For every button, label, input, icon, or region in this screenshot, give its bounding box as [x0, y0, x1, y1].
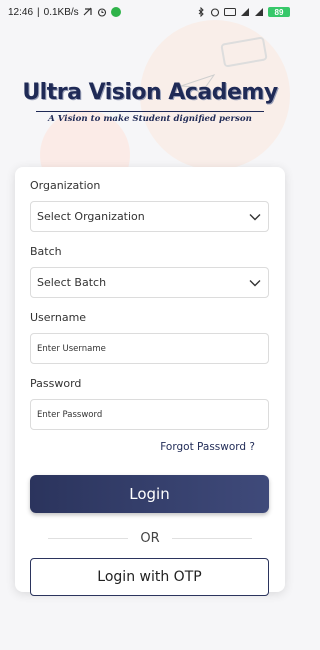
password-group: Password [30, 377, 270, 430]
bluetooth-icon [198, 7, 204, 17]
brand-tagline: A Vision to make Student dignified perso… [36, 111, 264, 124]
password-label: Password [30, 377, 82, 390]
volte-icon [224, 8, 236, 16]
organization-group: Organization Select Organization [30, 179, 270, 232]
alarm-clock-icon [210, 8, 220, 17]
batch-select[interactable]: Select Batch [30, 267, 269, 298]
batch-label: Batch [30, 245, 62, 258]
battery-icon: 89 [268, 7, 290, 17]
login-card: Organization Select Organization Batch S… [15, 167, 285, 596]
username-group: Username [30, 311, 270, 364]
username-field-box [30, 333, 269, 364]
batch-select-value: Select Batch [37, 276, 107, 289]
chevron-down-icon [249, 213, 261, 220]
or-divider: OR [30, 531, 270, 546]
batch-group: Batch Select Batch [30, 245, 270, 298]
chevron-down-icon [249, 279, 261, 286]
status-bar: 12:46 | 0.1KB/s 89 [0, 0, 300, 24]
signal-icon [241, 8, 249, 16]
organization-select-value: Select Organization [37, 210, 145, 223]
username-label: Username [30, 311, 87, 324]
whatsapp-icon [110, 7, 121, 17]
network-speed: 0.1KB/s [43, 6, 79, 18]
password-input[interactable] [37, 409, 262, 420]
alarm-icon [97, 8, 106, 17]
organization-label: Organization [30, 179, 101, 192]
username-input[interactable] [37, 343, 262, 354]
status-divider: | [37, 6, 40, 18]
password-field-box [30, 399, 269, 430]
forgot-password-link[interactable]: Forgot Password ? [30, 441, 255, 453]
divider-line [171, 538, 252, 539]
data-saver-icon [83, 7, 92, 16]
login-with-otp-button[interactable]: Login with OTP [30, 558, 269, 596]
status-time: 12:46 [8, 6, 34, 18]
brand-header: Ultra Vision Academy A Vision to make St… [0, 80, 300, 124]
signal-icon-2 [255, 8, 263, 16]
brand-title: Ultra Vision Academy [22, 80, 278, 105]
or-text: OR [140, 531, 160, 546]
organization-select[interactable]: Select Organization [30, 201, 269, 232]
login-button[interactable]: Login [30, 475, 269, 513]
divider-line [48, 538, 129, 539]
